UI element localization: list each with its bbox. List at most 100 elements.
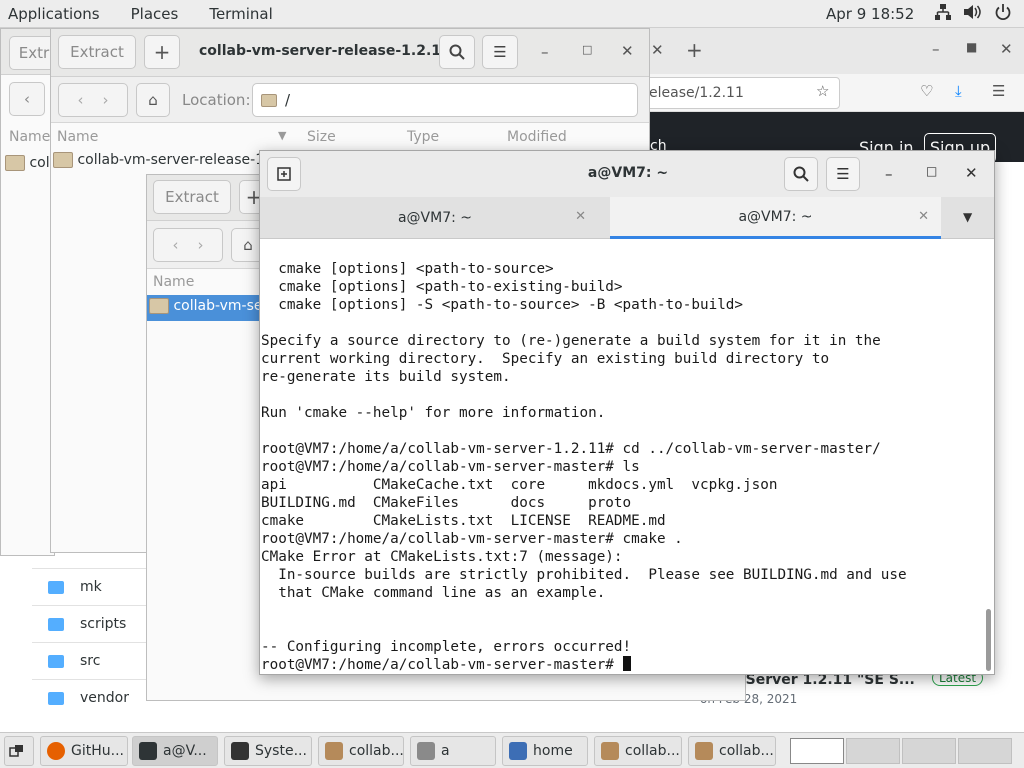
- terminal-line: -- Configuring incomplete, errors occurr…: [261, 639, 632, 655]
- bookmark-star-icon[interactable]: ☆: [816, 82, 829, 100]
- location-bar: ‹ › ⌂ Location: /: [51, 77, 649, 123]
- file-name[interactable]: mk: [80, 579, 102, 595]
- new-tab-icon[interactable]: +: [686, 38, 703, 62]
- archive-row-back[interactable]: col: [5, 155, 50, 171]
- extract-button[interactable]: Extract: [153, 180, 231, 214]
- applications-menu[interactable]: Applications: [0, 5, 111, 23]
- search-icon[interactable]: [784, 157, 818, 191]
- workspace-1[interactable]: [790, 738, 844, 764]
- folder-icon: [48, 691, 64, 705]
- terminal-tabbar: a@VM7: ~ ✕ a@VM7: ~ ✕ ▼: [260, 197, 994, 239]
- task-firefox[interactable]: GitHu...: [40, 736, 128, 766]
- extract-button-back[interactable]: Extr: [9, 36, 54, 70]
- file-name[interactable]: vendor: [80, 690, 129, 706]
- terminal-header: a@VM7: ~ ☰ – □ ✕: [260, 151, 994, 197]
- minimize-icon[interactable]: –: [541, 43, 549, 61]
- task-label: Syste...: [255, 743, 307, 759]
- terminal-line: CMake Error at CMakeLists.txt:7 (message…: [261, 549, 623, 565]
- clock[interactable]: Apr 9 18:52: [826, 5, 914, 23]
- places-menu[interactable]: Places: [111, 5, 190, 23]
- task-archive-3[interactable]: collab...: [688, 736, 776, 766]
- url-bar[interactable]: elease/1.2.11: [640, 77, 840, 109]
- tab-label: a@VM7: ~: [738, 208, 813, 225]
- task-archive-1[interactable]: collab...: [318, 736, 404, 766]
- terminal-line: root@VM7:/home/a/collab-vm-server-master…: [261, 531, 683, 547]
- terminal-prompt-line[interactable]: root@VM7:/home/a/collab-vm-server-master…: [261, 656, 985, 672]
- show-desktop-icon[interactable]: [4, 736, 34, 766]
- workspace-2[interactable]: [846, 738, 900, 764]
- terminal-output[interactable]: cmake [options] <path-to-source> cmake […: [261, 240, 985, 672]
- folder-icon: [149, 298, 169, 314]
- minimize-icon[interactable]: –: [885, 165, 893, 183]
- task-a[interactable]: a: [410, 736, 496, 766]
- minimize-icon[interactable]: –: [932, 40, 940, 58]
- file-name[interactable]: src: [80, 653, 100, 669]
- menu-icon[interactable]: ☰: [482, 35, 518, 69]
- terminal-line: cmake [options] -S <path-to-source> -B <…: [261, 297, 744, 313]
- power-icon[interactable]: [994, 3, 1012, 25]
- maximize-icon[interactable]: □: [926, 164, 937, 178]
- back-button-back[interactable]: ‹: [9, 82, 45, 116]
- task-terminal[interactable]: a@V...: [132, 736, 218, 766]
- terminal-line: Specify a source directory to (re-)gener…: [261, 333, 881, 349]
- task-label: collab...: [719, 743, 774, 759]
- location-field[interactable]: /: [252, 83, 638, 117]
- archive-row-label: col: [29, 155, 50, 171]
- back-forward-buttons[interactable]: ‹ ›: [153, 228, 223, 262]
- home-icon[interactable]: ⌂: [136, 83, 170, 117]
- task-home[interactable]: home: [502, 736, 588, 766]
- network-icon[interactable]: [934, 3, 952, 25]
- terminal-line: re-generate its build system.: [261, 369, 511, 385]
- archive-row-label: collab-vm-se: [173, 298, 263, 314]
- terminal-line: cmake [options] <path-to-existing-build>: [261, 279, 623, 295]
- maximize-icon[interactable]: ■: [966, 40, 977, 54]
- terminal-scrollbar[interactable]: [986, 609, 991, 671]
- terminal-line: api CMakeCache.txt core mkdocs.yml vcpkg…: [261, 477, 778, 493]
- close-icon[interactable]: ✕: [1000, 40, 1013, 58]
- archive-icon: [695, 742, 713, 760]
- window-title: collab-vm-server-release-1.2.11...: [199, 43, 467, 59]
- back-forward-buttons[interactable]: ‹ ›: [58, 83, 128, 117]
- tab-label: a@VM7: ~: [397, 210, 473, 226]
- task-system-monitor[interactable]: Syste...: [224, 736, 312, 766]
- terminal-tab-2[interactable]: a@VM7: ~ ✕: [610, 197, 941, 239]
- taskbar: GitHu... a@V... Syste... collab... a hom…: [0, 732, 1024, 768]
- tab-close-icon[interactable]: ✕: [918, 209, 929, 224]
- menu-icon[interactable]: ☰: [826, 157, 860, 191]
- add-icon[interactable]: +: [144, 35, 180, 69]
- workspace-3[interactable]: [902, 738, 956, 764]
- app-menu-icon[interactable]: ☰: [992, 82, 1005, 100]
- column-name-back[interactable]: Name: [9, 129, 50, 153]
- close-icon[interactable]: ✕: [621, 42, 634, 60]
- pocket-icon[interactable]: ♡: [920, 82, 933, 100]
- close-icon[interactable]: ✕: [965, 164, 978, 182]
- folder-icon: [53, 152, 73, 168]
- tab-close-icon[interactable]: ✕: [575, 209, 586, 224]
- search-icon[interactable]: [439, 35, 475, 69]
- task-archive-2[interactable]: collab...: [594, 736, 682, 766]
- terminal-line: In-source builds are strictly prohibited…: [261, 567, 907, 583]
- top-panel: Applications Places Terminal Apr 9 18:52: [0, 0, 1024, 28]
- maximize-icon[interactable]: □: [582, 43, 592, 56]
- folder-icon: [48, 617, 64, 631]
- terminal-tab-1[interactable]: a@VM7: ~ ✕: [260, 197, 610, 239]
- extract-button[interactable]: Extract: [58, 35, 136, 69]
- archive-row[interactable]: collab-vm-server-release-1: [53, 152, 264, 168]
- tab-menu-chevron-icon[interactable]: ▼: [963, 210, 972, 224]
- terminal-line: root@VM7:/home/a/collab-vm-server-master…: [261, 459, 640, 475]
- location-label: Location:: [182, 91, 251, 109]
- column-name[interactable]: Name: [57, 129, 98, 153]
- volume-icon[interactable]: [962, 3, 982, 25]
- system-monitor-icon: [231, 742, 249, 760]
- terminal-line: cmake [options] <path-to-source>: [261, 261, 554, 277]
- terminal-line: Run 'cmake --help' for more information.: [261, 405, 606, 421]
- tab-close-icon[interactable]: ✕: [651, 41, 664, 59]
- task-label: GitHu...: [71, 743, 124, 759]
- file-name[interactable]: scripts: [80, 616, 126, 632]
- terminal-menu[interactable]: Terminal: [189, 5, 283, 23]
- workspace-4[interactable]: [958, 738, 1012, 764]
- location-value: /: [285, 91, 291, 109]
- downloads-icon[interactable]: ⤓: [955, 82, 962, 100]
